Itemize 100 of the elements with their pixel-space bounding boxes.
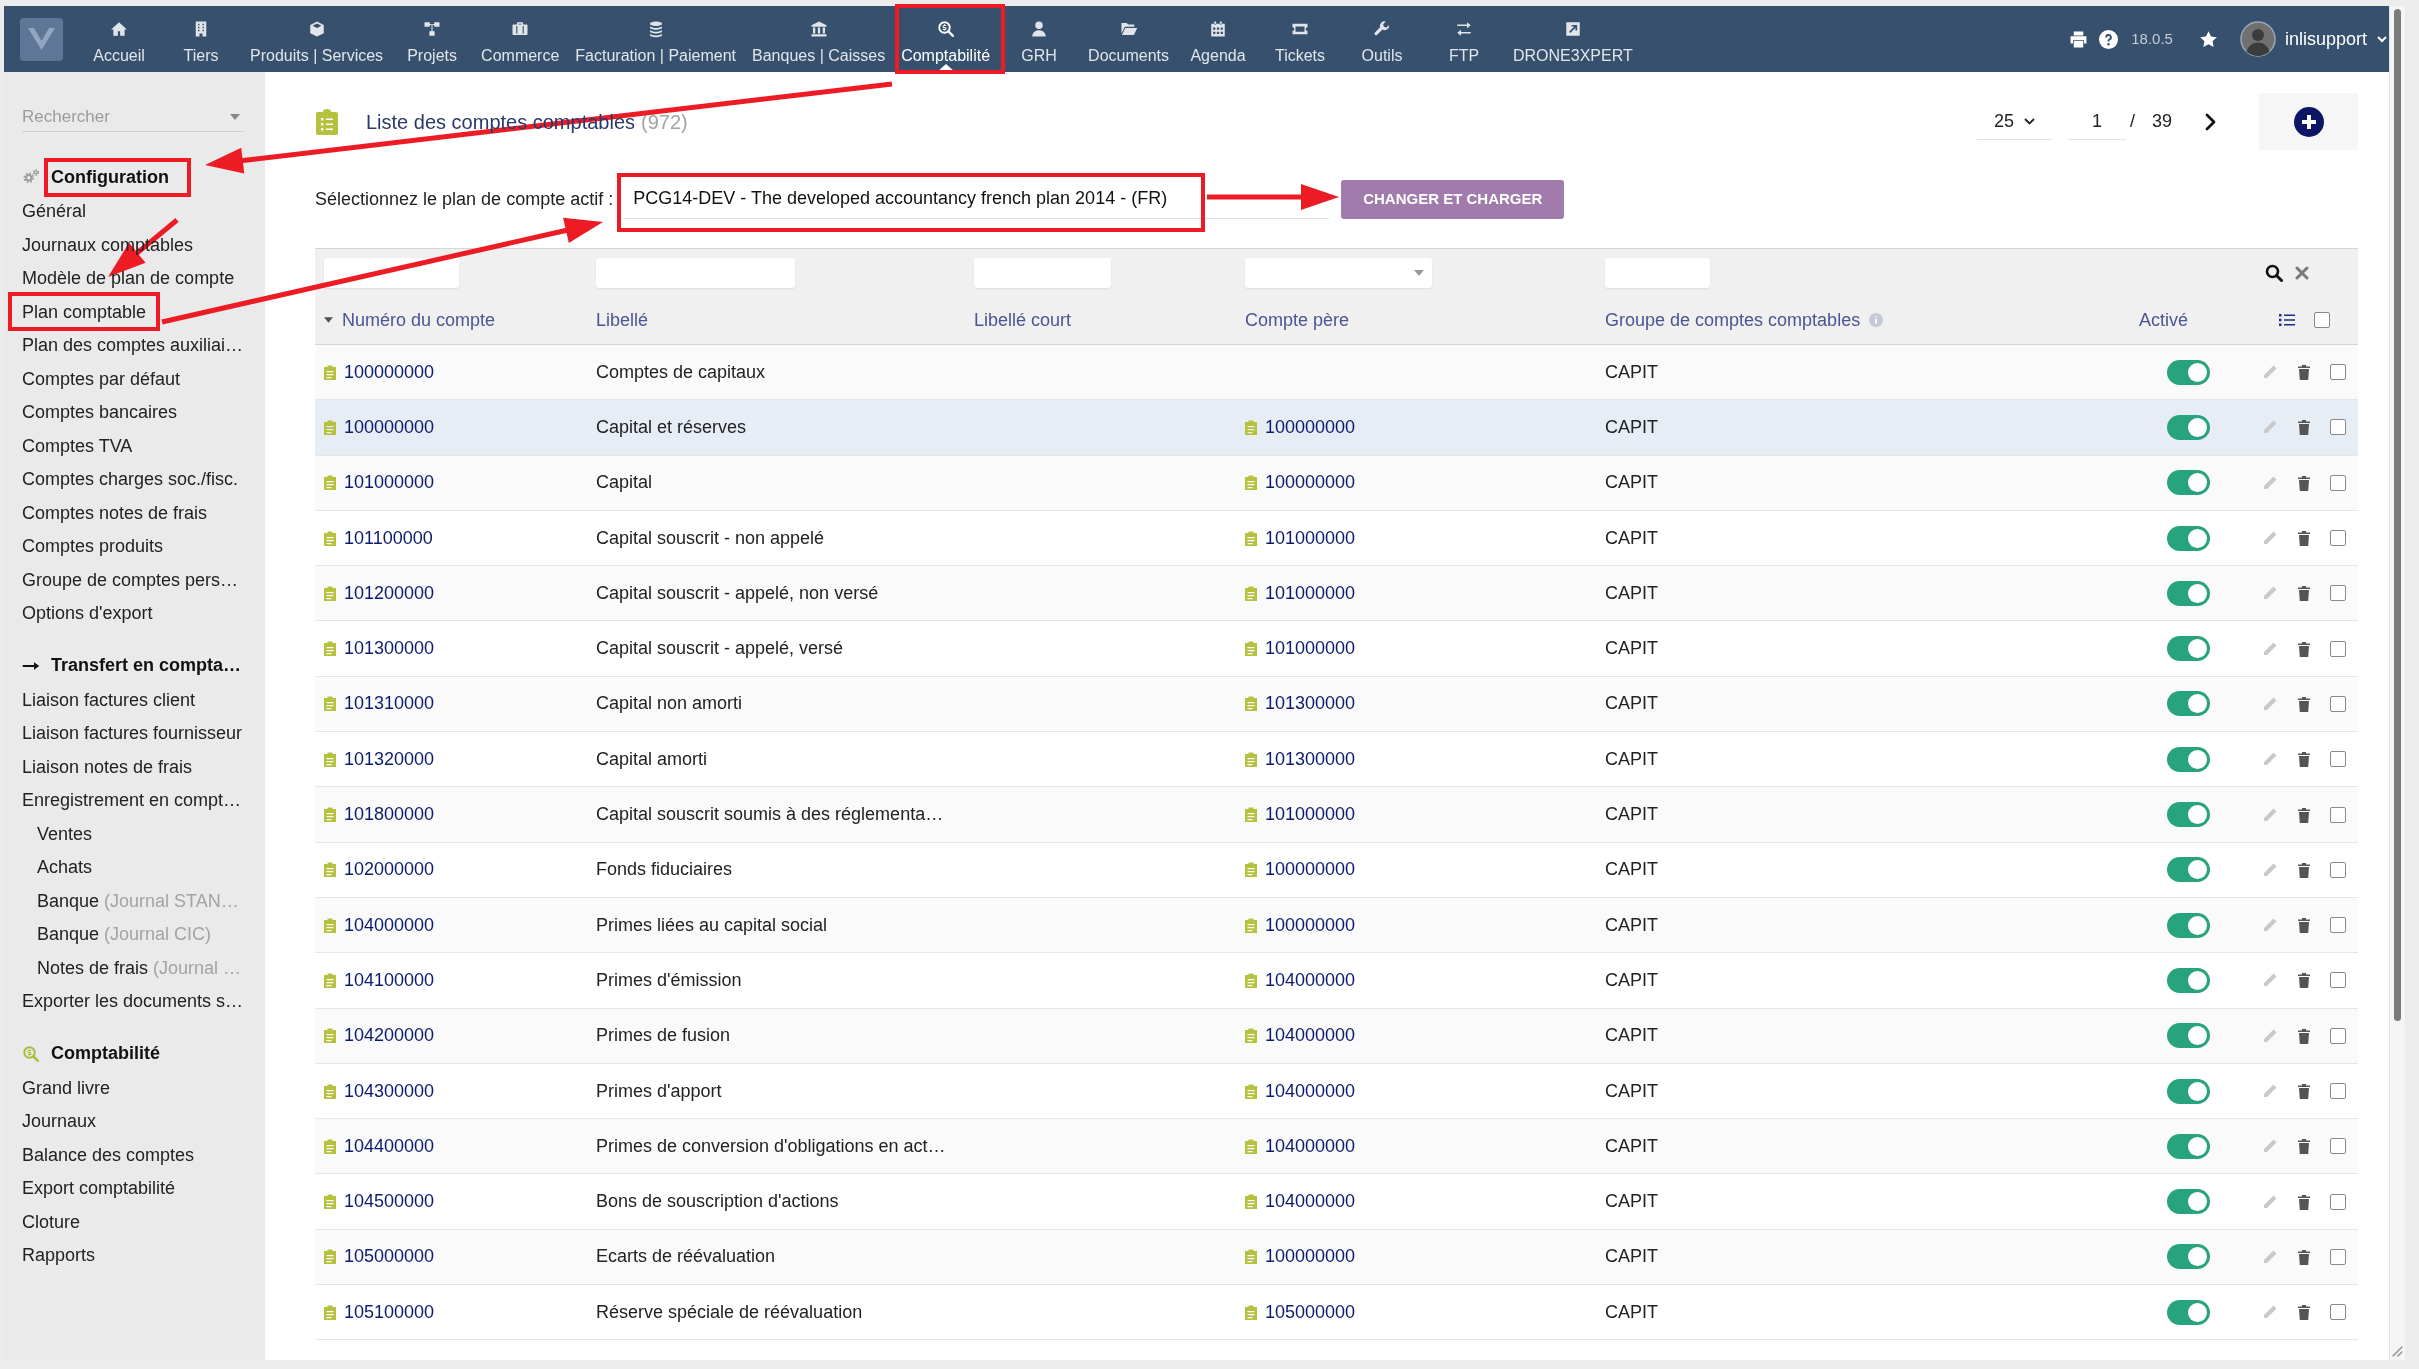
close-icon[interactable] [2295, 265, 2309, 280]
row-checkbox[interactable] [2330, 1248, 2346, 1265]
toggle-switch[interactable] [2167, 1078, 2210, 1104]
sidebar-item[interactable]: Options d'export [22, 597, 153, 631]
account-link[interactable]: 101310000 [324, 690, 435, 718]
row-checkbox[interactable] [2330, 419, 2346, 436]
trash-icon[interactable] [2297, 1138, 2311, 1155]
nav-tab[interactable]: Commerce [473, 6, 568, 72]
nav-tab[interactable]: FTP [1423, 6, 1505, 72]
trash-icon[interactable] [2297, 695, 2311, 712]
column-header[interactable]: Activé [2138, 306, 2188, 334]
star-icon[interactable] [2198, 29, 2218, 49]
nav-tab[interactable]: Tickets [1259, 6, 1341, 72]
row-checkbox[interactable] [2330, 917, 2346, 934]
trash-icon[interactable] [2297, 419, 2311, 436]
account-link[interactable]: 104000000 [1245, 1077, 1356, 1105]
account-link[interactable]: 105100000 [324, 1298, 435, 1326]
sidebar-item[interactable]: Comptes par défaut [22, 362, 181, 396]
trash-icon[interactable] [2297, 364, 2311, 381]
sidebar-item[interactable]: Journaux [22, 1105, 97, 1139]
account-link[interactable]: 101000000 [1245, 801, 1356, 828]
nav-tab[interactable]: Projets [391, 6, 474, 72]
sidebar-item[interactable]: Comptes charges soc./fisc. [22, 463, 239, 497]
user-menu-button[interactable]: inlisupport [2284, 25, 2387, 53]
nav-tab[interactable]: Tiers [160, 6, 242, 72]
sidebar-item[interactable]: Plan comptable [22, 295, 147, 329]
toggle-switch[interactable] [2167, 746, 2210, 772]
account-link[interactable]: 101000000 [1245, 579, 1356, 607]
toggle-switch[interactable] [2167, 580, 2210, 606]
sidebar-item[interactable]: Liaison notes de frais [22, 750, 193, 784]
sidebar-item[interactable]: Exporter les documents s… [22, 985, 244, 1019]
toggle-switch[interactable] [2167, 1244, 2210, 1270]
toggle-switch[interactable] [2167, 857, 2210, 883]
row-checkbox[interactable] [2330, 861, 2346, 878]
sidebar-heading[interactable]: Configuration [51, 163, 169, 191]
sidebar-item[interactable]: Liaison factures fournisseur [22, 717, 243, 751]
resize-grip-icon[interactable] [2392, 1346, 2403, 1357]
sidebar-item[interactable]: Groupe de comptes pers… [22, 563, 239, 597]
trash-icon[interactable] [2297, 1248, 2311, 1265]
filter-field[interactable] [1605, 257, 1710, 288]
account-link[interactable]: 104000000 [1245, 1188, 1356, 1216]
add-button[interactable] [2259, 93, 2358, 150]
trash-icon[interactable] [2297, 917, 2311, 934]
trash-icon[interactable] [2297, 806, 2311, 823]
account-link[interactable]: 104300000 [324, 1077, 435, 1105]
sidebar-item[interactable]: Liaison factures client [22, 683, 196, 717]
sidebar-item[interactable]: Balance des comptes [22, 1138, 195, 1172]
row-checkbox[interactable] [2330, 1304, 2346, 1321]
column-header[interactable]: Libellé [596, 306, 649, 334]
row-checkbox[interactable] [2330, 530, 2346, 547]
column-header[interactable]: Groupe de comptes comptables [1605, 306, 1861, 334]
trash-icon[interactable] [2297, 1304, 2311, 1321]
row-checkbox[interactable] [2330, 972, 2346, 989]
trash-icon[interactable] [2297, 861, 2311, 878]
sidebar-item[interactable]: Général [22, 195, 87, 229]
row-checkbox[interactable] [2330, 1138, 2346, 1155]
trash-icon[interactable] [2297, 1083, 2311, 1099]
trash-icon[interactable] [2297, 585, 2311, 602]
account-link[interactable]: 100000000 [324, 413, 435, 441]
toggle-switch[interactable] [2167, 1189, 2210, 1215]
account-link[interactable]: 105000000 [324, 1243, 435, 1271]
sidebar-item[interactable]: Modèle de plan de compte [22, 262, 235, 296]
print-icon[interactable] [2069, 29, 2089, 49]
toggle-switch[interactable] [2167, 802, 2210, 827]
toggle-switch[interactable] [2167, 359, 2210, 385]
account-link[interactable]: 101100000 [324, 524, 433, 552]
sidebar-heading[interactable]: Comptabilité [51, 1040, 160, 1067]
toggle-switch[interactable] [2167, 525, 2210, 551]
sidebar-item[interactable]: Enregistrement en compt… [22, 784, 242, 818]
sidebar-item[interactable]: Achats [37, 851, 93, 885]
account-link[interactable]: 104500000 [324, 1188, 435, 1216]
account-link[interactable]: 104000000 [1245, 1022, 1356, 1050]
account-link[interactable]: 104100000 [324, 966, 435, 994]
account-link[interactable]: 100000000 [1245, 1243, 1356, 1271]
row-checkbox[interactable] [2330, 1193, 2346, 1210]
toggle-switch[interactable] [2167, 967, 2210, 993]
toggle-switch[interactable] [2167, 912, 2210, 938]
trash-icon[interactable] [2297, 751, 2311, 768]
account-link[interactable]: 100000000 [324, 358, 435, 386]
row-checkbox[interactable] [2330, 695, 2346, 712]
row-checkbox[interactable] [2330, 806, 2346, 823]
toggle-switch[interactable] [2167, 1299, 2210, 1325]
sidebar-heading[interactable]: Transfert en compta… [51, 652, 242, 679]
sidebar-item[interactable]: Export comptabilité [22, 1172, 176, 1206]
nav-tab[interactable]: Accueil [78, 6, 160, 72]
filter-field[interactable] [974, 257, 1111, 288]
account-link[interactable]: 101000000 [1245, 635, 1356, 663]
account-link[interactable]: 101300000 [1245, 745, 1356, 773]
avatar-icon[interactable] [2239, 21, 2276, 57]
sidebar-item[interactable]: Grand livre [22, 1071, 111, 1105]
filter-field[interactable] [596, 257, 795, 288]
row-checkbox[interactable] [2330, 474, 2346, 491]
sidebar-item[interactable]: Banque (Journal CIC) [37, 918, 212, 952]
account-link[interactable]: 101000000 [324, 469, 435, 497]
nav-tab[interactable]: GRH [998, 6, 1081, 72]
account-link[interactable]: 102000000 [324, 856, 435, 884]
account-link[interactable]: 100000000 [1245, 856, 1356, 884]
row-checkbox[interactable] [2330, 1083, 2346, 1099]
account-link[interactable]: 104400000 [324, 1132, 435, 1160]
account-link[interactable]: 104000000 [1245, 966, 1356, 994]
